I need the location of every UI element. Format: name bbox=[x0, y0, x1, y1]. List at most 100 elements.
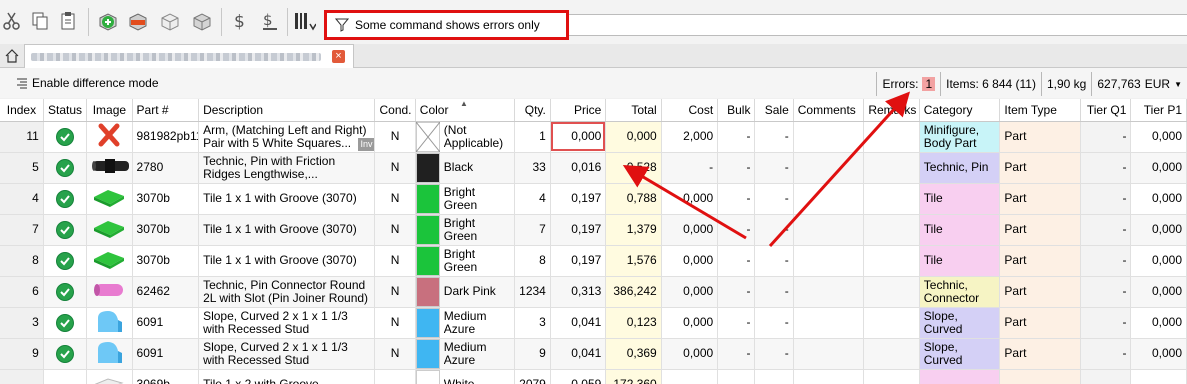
table-row[interactable]: 8 3070b Tile 1 x 1 with Groove (3070) N Brig… bbox=[0, 245, 1187, 277]
cell-part-number[interactable]: 2780 bbox=[132, 152, 200, 184]
barcode-icon[interactable] bbox=[292, 9, 316, 33]
cell-remarks[interactable] bbox=[863, 369, 920, 384]
cell-cost[interactable]: 0,000 bbox=[661, 214, 719, 246]
cell-part-number[interactable]: 981982pb11 bbox=[132, 121, 200, 153]
cell-cost[interactable] bbox=[661, 369, 719, 384]
cell-tier-p1[interactable] bbox=[1130, 369, 1187, 384]
col-header-image[interactable]: Image bbox=[86, 99, 133, 122]
cell-condition[interactable]: N bbox=[374, 276, 416, 308]
cell-sale[interactable]: - bbox=[754, 245, 794, 277]
cell-cost[interactable]: 0,000 bbox=[661, 183, 719, 215]
brick-outline-icon[interactable] bbox=[158, 9, 182, 33]
cell-bulk[interactable]: - bbox=[717, 338, 756, 370]
cell-comments[interactable] bbox=[793, 183, 865, 215]
col-header-sale[interactable]: Sale bbox=[754, 99, 794, 122]
cell-tier-q1[interactable] bbox=[1080, 369, 1132, 384]
cell-qty[interactable]: 9 bbox=[514, 338, 551, 370]
cell-color[interactable]: (Not Applicable) bbox=[415, 121, 515, 153]
cell-comments[interactable] bbox=[793, 307, 865, 339]
cell-remarks[interactable] bbox=[863, 183, 920, 215]
cell-description[interactable]: Slope, Curved 2 x 1 x 1 1/3 with Recesse… bbox=[198, 307, 376, 339]
filter-field[interactable] bbox=[324, 10, 569, 40]
cell-tier-p1[interactable]: 0,000 bbox=[1130, 307, 1187, 339]
cell-cost[interactable]: 0,000 bbox=[661, 338, 719, 370]
table-row[interactable]: 4 3070b Tile 1 x 1 with Groove (3070) N Brig… bbox=[0, 183, 1187, 215]
cell-description[interactable]: Tile 1 x 1 with Groove (3070) bbox=[198, 183, 376, 215]
cell-price[interactable]: 0,041 bbox=[550, 307, 607, 339]
cell-tier-p1[interactable]: 0,000 bbox=[1130, 152, 1187, 184]
cell-part-number[interactable]: 3069b bbox=[132, 369, 200, 384]
cell-qty[interactable]: 8 bbox=[514, 245, 551, 277]
cell-cost[interactable]: 0,000 bbox=[661, 245, 719, 277]
cell-part-number[interactable]: 3070b bbox=[132, 214, 200, 246]
cell-comments[interactable] bbox=[793, 214, 865, 246]
difference-mode-button[interactable]: Enable difference mode bbox=[16, 74, 159, 92]
col-header-remarks[interactable]: Remarks bbox=[863, 99, 920, 122]
cell-remarks[interactable] bbox=[863, 338, 920, 370]
cell-remarks[interactable] bbox=[863, 152, 920, 184]
cell-qty[interactable]: 7 bbox=[514, 214, 551, 246]
cell-tier-p1[interactable]: 0,000 bbox=[1130, 276, 1187, 308]
cell-comments[interactable] bbox=[793, 369, 865, 384]
cell-description[interactable]: Slope, Curved 2 x 1 x 1 1/3 with Recesse… bbox=[198, 338, 376, 370]
cell-remarks[interactable] bbox=[863, 121, 920, 153]
cell-qty[interactable]: 33 bbox=[514, 152, 551, 184]
cell-tier-p1[interactable]: 0,000 bbox=[1130, 183, 1187, 215]
cell-color[interactable]: White bbox=[415, 369, 515, 384]
price-alt-icon[interactable]: $ bbox=[258, 9, 282, 33]
col-header-total[interactable]: Total bbox=[605, 99, 662, 122]
cell-sale[interactable]: - bbox=[754, 152, 794, 184]
cell-status[interactable] bbox=[43, 152, 88, 184]
cell-sale[interactable]: - bbox=[754, 276, 794, 308]
cell-condition[interactable]: N bbox=[374, 121, 416, 153]
remove-brick-icon[interactable] bbox=[126, 9, 150, 33]
total-value[interactable]: 627,763 EUR ▼ bbox=[1091, 72, 1187, 96]
cell-bulk[interactable]: - bbox=[717, 245, 756, 277]
cell-remarks[interactable] bbox=[863, 276, 920, 308]
cell-status[interactable] bbox=[43, 369, 88, 384]
cell-tier-q1[interactable]: - bbox=[1080, 183, 1132, 215]
cell-condition[interactable]: N bbox=[374, 307, 416, 339]
cell-sale[interactable]: - bbox=[754, 338, 794, 370]
cell-color[interactable]: Bright Green bbox=[415, 183, 515, 215]
col-header-part[interactable]: Part # bbox=[132, 99, 200, 122]
cell-status[interactable] bbox=[43, 183, 88, 215]
cell-condition[interactable]: N bbox=[374, 245, 416, 277]
cell-condition[interactable] bbox=[374, 369, 416, 384]
col-header-category[interactable]: Category bbox=[919, 99, 1001, 122]
col-header-status[interactable]: Status bbox=[43, 99, 88, 122]
cell-description[interactable]: Arm, (Matching Left and Right) Pair with… bbox=[198, 121, 376, 153]
document-tab[interactable]: × bbox=[24, 44, 354, 68]
paste-icon[interactable] bbox=[56, 9, 80, 33]
cell-condition[interactable]: N bbox=[374, 214, 416, 246]
cell-cost[interactable]: - bbox=[661, 152, 719, 184]
cell-comments[interactable] bbox=[793, 338, 865, 370]
cell-bulk[interactable]: - bbox=[717, 183, 756, 215]
tab-close-icon[interactable]: × bbox=[332, 50, 345, 63]
cell-part-number[interactable]: 3070b bbox=[132, 245, 200, 277]
errors-status[interactable]: Errors: 1 bbox=[876, 72, 940, 96]
price-icon[interactable]: $ bbox=[228, 9, 252, 33]
cell-sale[interactable]: - bbox=[754, 214, 794, 246]
cell-status[interactable] bbox=[43, 307, 88, 339]
cell-condition[interactable]: N bbox=[374, 152, 416, 184]
cell-status[interactable] bbox=[43, 121, 88, 153]
cell-tier-p1[interactable]: 0,000 bbox=[1130, 214, 1187, 246]
cell-condition[interactable]: N bbox=[374, 338, 416, 370]
cell-tier-q1[interactable]: - bbox=[1080, 276, 1132, 308]
cell-price[interactable]: 0,041 bbox=[550, 338, 607, 370]
cell-bulk[interactable]: - bbox=[717, 121, 756, 153]
cell-tier-q1[interactable]: - bbox=[1080, 152, 1132, 184]
cell-condition[interactable]: N bbox=[374, 183, 416, 215]
cell-description[interactable]: Tile 1 x 2 with Groove bbox=[198, 369, 376, 384]
cell-part-number[interactable]: 6091 bbox=[132, 338, 200, 370]
filter-input[interactable] bbox=[355, 16, 560, 34]
cell-price[interactable]: 0,313 bbox=[550, 276, 607, 308]
brick-gray-icon[interactable] bbox=[190, 9, 214, 33]
cell-status[interactable] bbox=[43, 276, 88, 308]
cell-bulk[interactable]: - bbox=[717, 214, 756, 246]
col-header-comments[interactable]: Comments bbox=[793, 99, 865, 122]
cell-remarks[interactable] bbox=[863, 245, 920, 277]
cell-part-number[interactable]: 6091 bbox=[132, 307, 200, 339]
cell-tier-q1[interactable]: - bbox=[1080, 307, 1132, 339]
